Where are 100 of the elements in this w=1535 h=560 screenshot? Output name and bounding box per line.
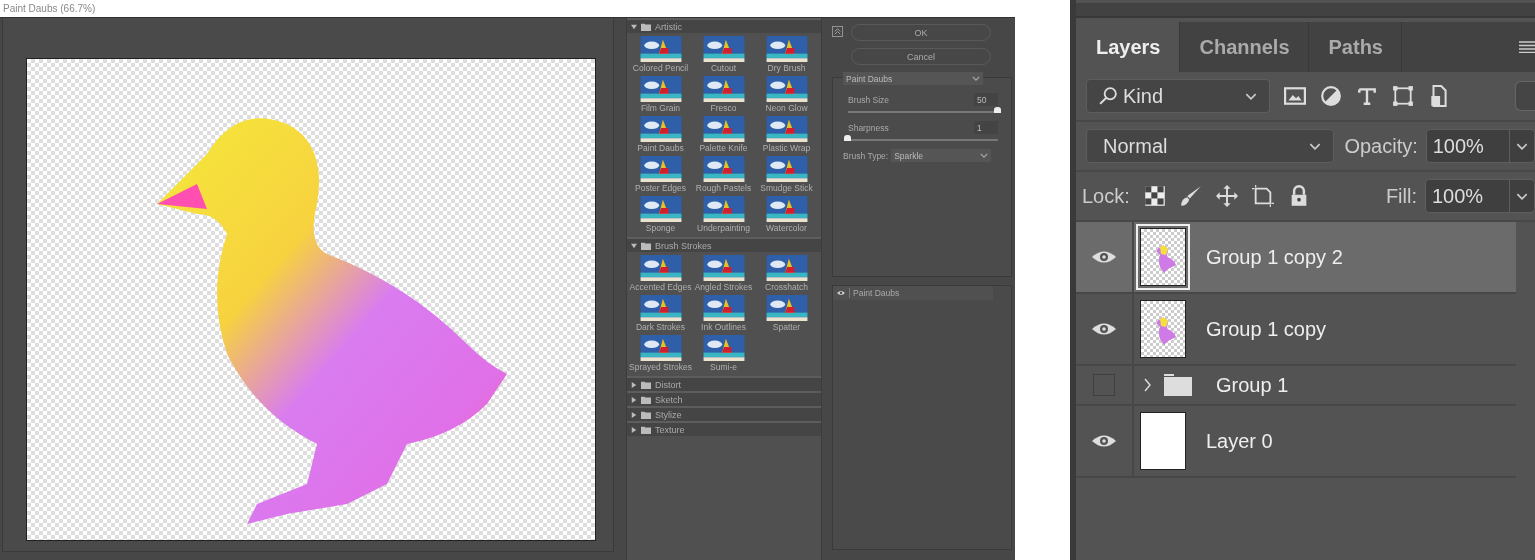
sailboat-thumbnail bbox=[701, 156, 746, 182]
layer-name: Group 1 copy bbox=[1206, 317, 1327, 341]
adjustment-icon[interactable] bbox=[1320, 85, 1342, 107]
category-header[interactable]: Stylize bbox=[627, 406, 821, 421]
folder-icon bbox=[641, 22, 651, 31]
filter-thumbnail[interactable]: Paint Daubs bbox=[629, 116, 692, 153]
collapse-icon[interactable] bbox=[832, 26, 843, 37]
sailboat-thumbnail bbox=[764, 36, 809, 62]
caret-icon bbox=[631, 396, 637, 403]
sailboat-thumbnail bbox=[638, 335, 683, 361]
layer-name: Group 1 copy 2 bbox=[1206, 245, 1343, 269]
artboard-icon[interactable] bbox=[1251, 185, 1274, 207]
eye-icon[interactable] bbox=[1092, 250, 1116, 264]
search-icon bbox=[1099, 87, 1117, 105]
filter-thumbnail[interactable]: Accented Edges bbox=[629, 255, 692, 292]
sailboat-thumbnail bbox=[638, 295, 683, 321]
filter-thumbnail[interactable]: Smudge Stick bbox=[755, 156, 818, 193]
filter-thumbnail[interactable]: Dry Brush bbox=[755, 36, 818, 73]
folder-icon bbox=[1164, 374, 1192, 396]
category-header[interactable]: Brush Strokes bbox=[627, 237, 821, 252]
folder-icon bbox=[641, 241, 651, 250]
filter-thumbnail[interactable]: Dark Strokes bbox=[629, 295, 692, 332]
filter-thumbnail[interactable]: Underpainting bbox=[692, 196, 755, 233]
sailboat-thumbnail bbox=[701, 36, 746, 62]
sailboat-thumbnail bbox=[638, 156, 683, 182]
eye-icon[interactable] bbox=[1092, 322, 1116, 336]
layer-name: Layer 0 bbox=[1206, 429, 1273, 453]
filter-thumbnail[interactable]: Sumi-e bbox=[692, 335, 755, 372]
filter-thumbnail[interactable]: Ink Outlines bbox=[692, 295, 755, 332]
filter-thumbnail[interactable]: Sponge bbox=[629, 196, 692, 233]
category-header[interactable]: Sketch bbox=[627, 391, 821, 406]
kind-filter-dropdown[interactable]: Kind bbox=[1086, 79, 1270, 113]
filter-thumbnail[interactable]: Angled Strokes bbox=[692, 255, 755, 292]
slider-label: Brush Size bbox=[848, 94, 890, 105]
filter-thumbnail[interactable]: Watercolor bbox=[755, 196, 818, 233]
shape-icon[interactable] bbox=[1392, 85, 1414, 107]
layer-thumbnail bbox=[1140, 300, 1186, 358]
move-icon[interactable] bbox=[1215, 185, 1238, 207]
slider-thumb[interactable] bbox=[844, 135, 851, 141]
layer-row[interactable]: Layer 0 bbox=[1076, 406, 1516, 478]
filter-thumbnail[interactable]: Colored Pencil bbox=[629, 36, 692, 73]
chevron-down-icon[interactable] bbox=[1516, 192, 1528, 200]
sailboat-thumbnail bbox=[764, 255, 809, 281]
chevron-down-icon bbox=[972, 76, 980, 81]
menu-icon[interactable] bbox=[1519, 41, 1535, 53]
image-icon[interactable] bbox=[1284, 85, 1306, 107]
filter-thumbnail[interactable]: Spatter bbox=[755, 295, 818, 332]
layer-row[interactable]: Group 1 copy 2 bbox=[1076, 222, 1516, 294]
brush-icon[interactable] bbox=[1179, 185, 1202, 207]
sailboat-thumbnail bbox=[764, 76, 809, 102]
chevron-icon[interactable] bbox=[1144, 378, 1152, 392]
category-header[interactable]: Artistic bbox=[627, 18, 821, 33]
eye-icon[interactable] bbox=[837, 290, 845, 296]
sailboat-thumbnail bbox=[638, 76, 683, 102]
value-field[interactable]: 1 bbox=[974, 121, 998, 134]
sailboat-thumbnail bbox=[701, 76, 746, 102]
sailboat-thumbnail bbox=[701, 295, 746, 321]
filter-toggle[interactable] bbox=[1515, 81, 1535, 111]
chevron-down-icon bbox=[1309, 142, 1322, 150]
sailboat-thumbnail bbox=[701, 335, 746, 361]
category-header[interactable]: Texture bbox=[627, 421, 821, 436]
sailboat-thumbnail bbox=[638, 36, 683, 62]
blend-mode-dropdown[interactable]: Normal bbox=[1086, 129, 1335, 163]
opacity-label: Opacity: bbox=[1344, 134, 1418, 158]
lock-pixels-icon[interactable] bbox=[1143, 185, 1166, 207]
layer-row[interactable]: Group 1 copy bbox=[1076, 294, 1516, 366]
filter-thumbnail[interactable]: Rough Pastels bbox=[692, 156, 755, 193]
brush-type-dropdown[interactable]: Sparkle bbox=[891, 149, 992, 162]
filter-thumbnail[interactable]: Film Grain bbox=[629, 76, 692, 113]
value-field[interactable]: 50 bbox=[974, 93, 998, 106]
caret-icon bbox=[631, 411, 637, 418]
type-icon[interactable] bbox=[1356, 85, 1378, 107]
filter-thumbnail[interactable]: Palette Knife bbox=[692, 116, 755, 153]
sailboat-thumbnail bbox=[764, 116, 809, 142]
panel-tab[interactable]: Layers bbox=[1076, 22, 1180, 72]
layer-row[interactable]: Group 1 bbox=[1076, 366, 1516, 406]
sailboat-thumbnail bbox=[638, 196, 683, 222]
caret-icon bbox=[631, 242, 637, 249]
fill-label: Fill: bbox=[1385, 184, 1417, 208]
filter-thumbnail[interactable]: Poster Edges bbox=[629, 156, 692, 193]
filter-thumbnail[interactable]: Cutout bbox=[692, 36, 755, 73]
category-header[interactable]: Distort bbox=[627, 376, 821, 391]
chevron-down-icon bbox=[980, 153, 989, 158]
slider-thumb[interactable] bbox=[994, 107, 1001, 113]
dialog-button[interactable]: OK bbox=[851, 24, 991, 41]
filter-thumbnail[interactable]: Sprayed Strokes bbox=[629, 335, 692, 372]
chevron-down-icon[interactable] bbox=[1516, 142, 1528, 150]
layer-name: Group 1 bbox=[1216, 373, 1289, 397]
filter-thumbnail[interactable]: Neon Glow bbox=[755, 76, 818, 113]
smart-object-icon[interactable] bbox=[1428, 85, 1450, 107]
filter-thumbnail[interactable]: Plastic Wrap bbox=[755, 116, 818, 153]
eye-icon[interactable] bbox=[1092, 434, 1116, 448]
filter-thumbnail[interactable]: Crosshatch bbox=[755, 255, 818, 292]
brush-type-label: Brush Type: bbox=[843, 150, 889, 161]
opacity-field[interactable]: 100% bbox=[1425, 129, 1535, 163]
fill-field[interactable]: 100% bbox=[1425, 179, 1535, 213]
sailboat-thumbnail bbox=[701, 255, 746, 281]
filter-dropdown[interactable]: Paint Daubs bbox=[843, 72, 983, 85]
dialog-button[interactable]: Cancel bbox=[851, 48, 991, 65]
filter-thumbnail[interactable]: Fresco bbox=[692, 76, 755, 113]
